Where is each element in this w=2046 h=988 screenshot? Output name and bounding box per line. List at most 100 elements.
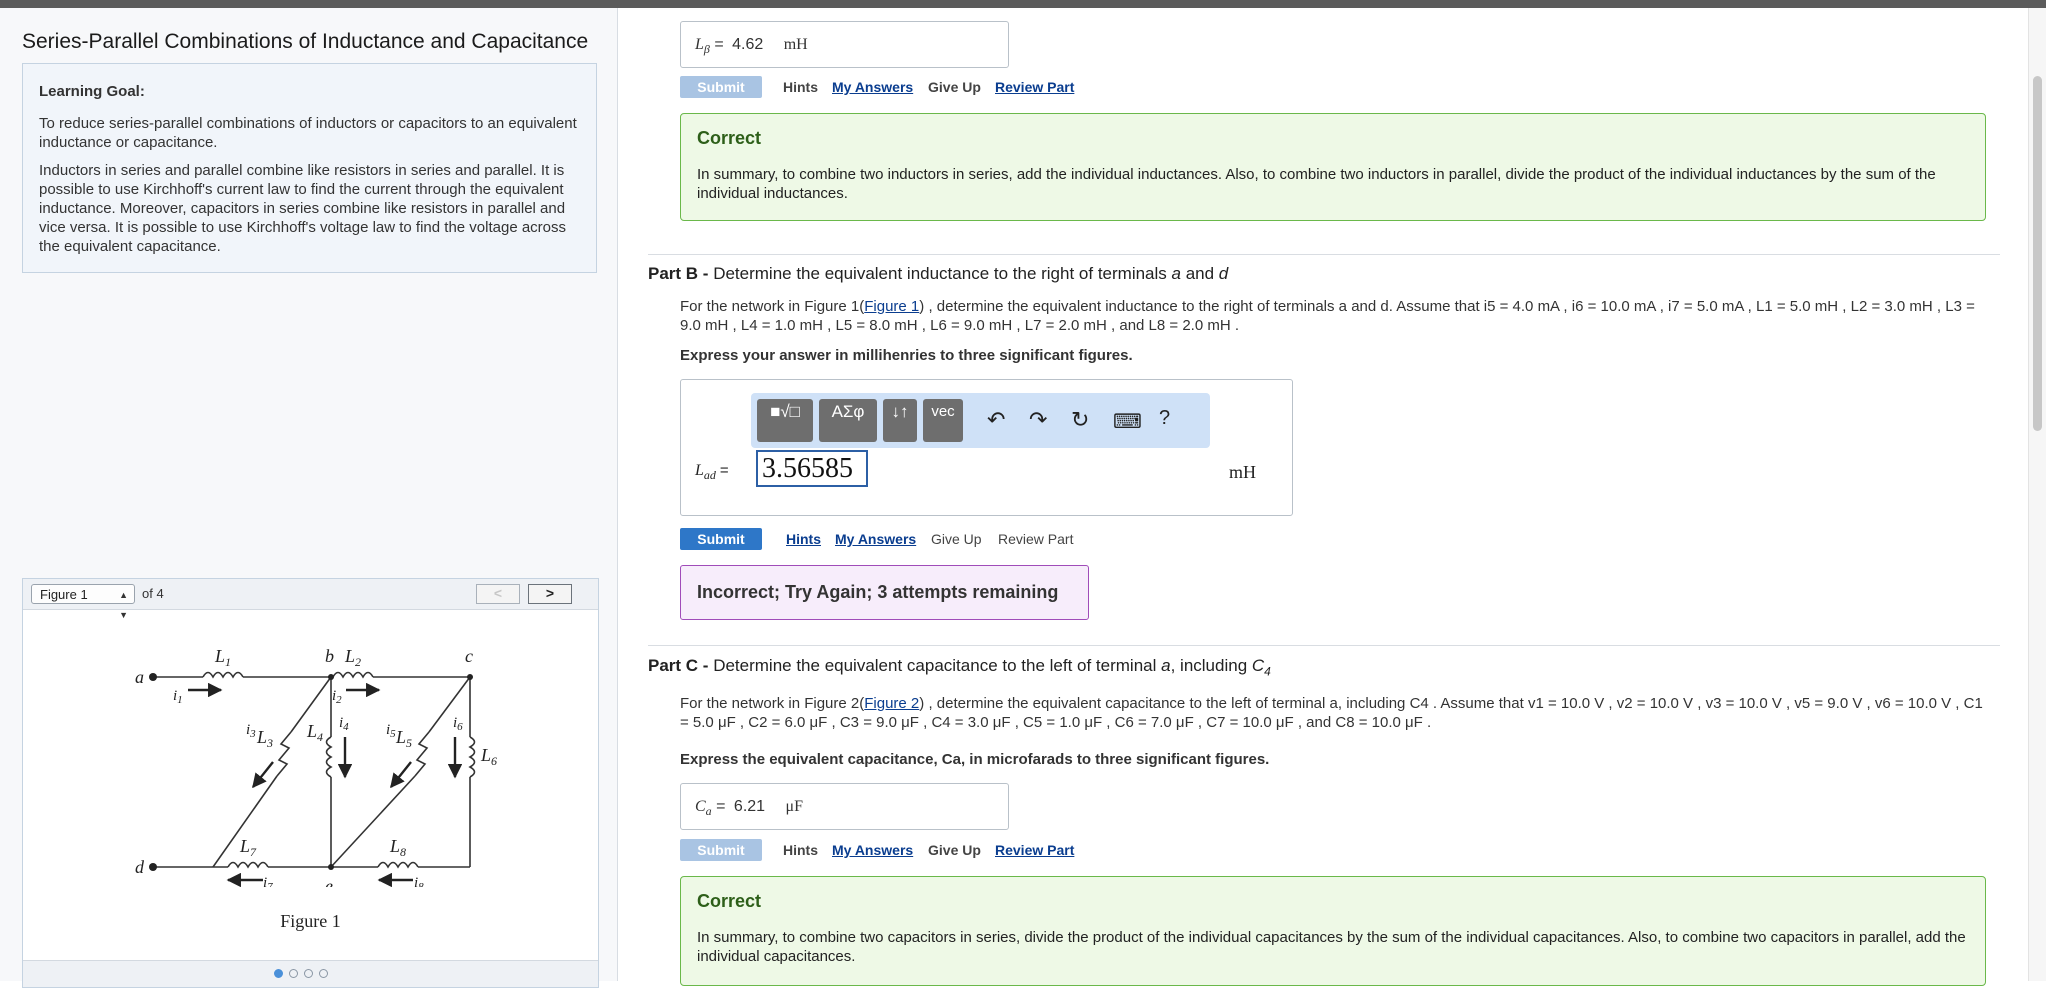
part-c-answer-field[interactable]: Ca = 6.21 μF <box>680 783 1009 830</box>
part-c-hints-link[interactable]: Hints <box>783 842 818 858</box>
part-c-symbol: C <box>695 798 706 815</box>
part-c-heading-a: a <box>1161 656 1171 675</box>
part-b-figure-link[interactable]: Figure 1 <box>864 298 919 315</box>
part-b-my-answers-link[interactable]: My Answers <box>835 531 916 547</box>
keyboard-icon[interactable]: ⌨ <box>1113 409 1142 434</box>
inductor-l2 <box>332 671 374 679</box>
symbols-button[interactable]: ΑΣφ <box>819 399 877 442</box>
label-l2: L2 <box>344 646 361 669</box>
part-a-value: 4.62 <box>732 36 764 53</box>
figure-pagination <box>23 960 598 987</box>
select-arrows-icon: ▲ ▼ <box>119 590 128 620</box>
part-a-review-part-link[interactable]: Review Part <box>995 79 1074 95</box>
inductor-l8 <box>377 861 419 869</box>
label-l7: L7 <box>239 836 257 859</box>
part-c-unit: μF <box>785 798 803 815</box>
part-a-unit: mH <box>783 36 808 53</box>
figure-dot-1[interactable] <box>274 969 283 978</box>
math-toolbar: ■√□ ΑΣφ ↓↑ vec ↶ ↷ ↻ ⌨ ? <box>751 393 1210 448</box>
part-a-give-up-link[interactable]: Give Up <box>928 79 981 95</box>
part-a-submit-button[interactable]: Submit <box>680 76 762 98</box>
learning-goal-label: Learning Goal: <box>39 83 145 100</box>
inductor-l5 <box>414 731 430 777</box>
part-c-feedback-title: Correct <box>697 891 762 911</box>
label-b: b <box>325 646 334 666</box>
part-c-symbol-sub: a <box>705 804 712 819</box>
part-b-label: Part B - <box>648 264 709 283</box>
main-content: Lβ = 4.62 mH Submit Hints My Answers Giv… <box>640 8 2010 986</box>
part-c-problem-pre: For the network in Figure 2( <box>680 695 865 712</box>
part-b-heading-text: Determine the equivalent inductance to t… <box>708 264 1172 283</box>
inductor-l3 <box>276 731 292 777</box>
part-a-feedback-title: Correct <box>697 128 762 148</box>
part-a-hints-link[interactable]: Hints <box>783 79 818 95</box>
help-icon[interactable]: ? <box>1159 407 1170 430</box>
figure-dot-4[interactable] <box>319 969 328 978</box>
terminal-d <box>149 863 157 871</box>
part-c-heading-c-sub: 4 <box>1264 664 1271 679</box>
part-b-hints-link[interactable]: Hints <box>786 531 821 547</box>
templates-button[interactable]: ■√□ <box>757 399 813 442</box>
undo-icon[interactable]: ↶ <box>987 407 1005 433</box>
part-a-answer-field[interactable]: Lβ = 4.62 mH <box>680 21 1009 68</box>
label-a: a <box>135 667 144 687</box>
learning-goal-text-1: To reduce series-parallel combinations o… <box>39 115 577 151</box>
label-i2: i2 <box>332 688 342 706</box>
figure-header: Figure 1 ▲ ▼ of 4 < > <box>23 579 598 620</box>
part-b-answer-input[interactable]: 3.56585 <box>756 450 868 487</box>
current-arrow-i3 <box>252 761 274 789</box>
label-l4: L4 <box>306 721 323 744</box>
part-c-review-part-link[interactable]: Review Part <box>995 842 1074 858</box>
label-d: d <box>135 857 145 877</box>
part-b-heading-and: and <box>1180 264 1219 283</box>
part-b-give-up-link[interactable]: Give Up <box>931 531 982 547</box>
label-l5: L5 <box>395 727 412 750</box>
label-i7: i7 <box>263 875 273 887</box>
part-b-feedback-incorrect: Incorrect; Try Again; 3 attempts remaini… <box>680 565 1089 620</box>
part-a-my-answers-link[interactable]: My Answers <box>832 79 913 95</box>
part-b-review-part-link[interactable]: Review Part <box>998 531 1073 547</box>
part-b-actions: Submit Hints My Answers Give Up Review P… <box>680 528 1280 550</box>
learning-goal-text-2: Inductors in series and parallel combine… <box>39 162 567 255</box>
inductor-l1 <box>202 671 244 679</box>
redo-icon[interactable]: ↷ <box>1029 407 1047 433</box>
part-c-problem-text: For the network in Figure 2(Figure 2) , … <box>680 694 1990 732</box>
figure-dot-2[interactable] <box>289 969 298 978</box>
label-l1: L1 <box>214 646 231 669</box>
part-c-feedback-body: In summary, to combine two capacitors in… <box>697 929 1966 965</box>
part-a-feedback-correct: Correct In summary, to combine two induc… <box>680 113 1986 221</box>
previous-figure-button[interactable]: < <box>476 584 520 604</box>
part-b-instruction: Express your answer in millihenries to t… <box>680 347 1133 364</box>
label-e: e <box>325 876 333 887</box>
reset-icon[interactable]: ↻ <box>1071 407 1089 433</box>
learning-goal-box: Learning Goal: To reduce series-parallel… <box>22 63 597 273</box>
scrollbar-thumb[interactable] <box>2033 76 2042 431</box>
figure-count: of 4 <box>142 586 164 601</box>
part-c-give-up-link[interactable]: Give Up <box>928 842 981 858</box>
label-i4: i4 <box>339 715 349 733</box>
label-i5: i5 <box>386 722 396 740</box>
node-e <box>328 864 334 870</box>
part-b-heading-d: d <box>1218 264 1229 283</box>
part-b-eq: = <box>719 462 729 479</box>
vertical-scrollbar[interactable] <box>2028 8 2046 981</box>
figure-select-value: Figure 1 <box>40 587 88 602</box>
part-c-my-answers-link[interactable]: My Answers <box>832 842 913 858</box>
part-c-submit-button[interactable]: Submit <box>680 839 762 861</box>
vector-button[interactable]: vec <box>923 399 963 442</box>
circuit-diagram: a b c d e L1 L2 L3 L4 L5 L6 L7 L8 i1 i2 … <box>135 646 497 887</box>
figure-select[interactable]: Figure 1 ▲ ▼ <box>31 584 135 620</box>
part-c-label: Part C - <box>648 656 709 675</box>
part-b-answer-box: ■√□ ΑΣφ ↓↑ vec ↶ ↷ ↻ ⌨ ? Lad = 3.56585 m… <box>680 379 1293 516</box>
part-c-figure-link[interactable]: Figure 2 <box>864 695 919 712</box>
inductor-l7 <box>227 861 269 869</box>
part-c-eq: = <box>716 798 726 815</box>
subscript-superscript-button[interactable]: ↓↑ <box>883 399 917 442</box>
part-b-submit-button[interactable]: Submit <box>680 528 762 550</box>
window-top-bar <box>0 0 2046 8</box>
figure-dot-3[interactable] <box>304 969 313 978</box>
next-figure-button[interactable]: > <box>528 584 572 604</box>
inductor-l4 <box>325 736 333 778</box>
node-c <box>467 674 473 680</box>
part-a-symbol-sub: β <box>703 42 710 57</box>
